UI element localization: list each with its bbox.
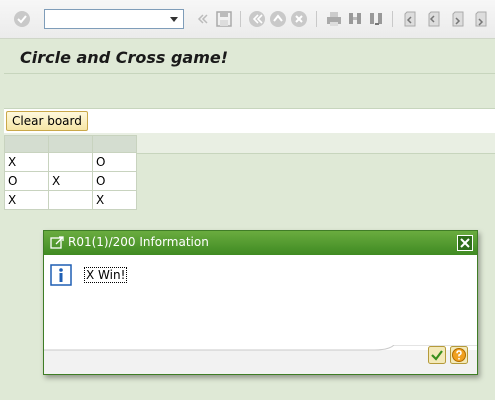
board-row: X X	[4, 190, 137, 210]
dialog-title: R01(1)/200 Information	[68, 235, 209, 249]
exit-icon[interactable]	[268, 9, 288, 29]
find-icon[interactable]	[345, 9, 365, 29]
board-cell[interactable]	[48, 190, 93, 210]
dialog-footer	[44, 345, 477, 374]
dialog-title-bar[interactable]: R01(1)/200 Information	[44, 231, 477, 255]
toolbar-separator	[240, 11, 241, 27]
toolbar-separator	[316, 11, 317, 27]
enter-icon[interactable]	[12, 9, 32, 29]
help-button[interactable]	[450, 346, 468, 364]
board-cell[interactable]: X	[92, 190, 137, 210]
system-toolbar	[0, 0, 495, 39]
info-icon	[50, 264, 72, 286]
board-cell[interactable]: X	[48, 171, 93, 191]
board-column-header	[48, 135, 93, 153]
board-cell[interactable]	[48, 152, 93, 172]
cancel-icon[interactable]	[289, 9, 309, 29]
application-toolbar	[4, 74, 495, 109]
button-area: Clear board	[4, 109, 495, 133]
game-board: X O O X O X X	[4, 135, 137, 210]
clear-board-button[interactable]: Clear board	[6, 111, 88, 131]
chevron-down-icon[interactable]	[165, 10, 183, 28]
dialog-body: X Win!	[44, 255, 477, 350]
next-page-icon[interactable]	[448, 9, 468, 29]
close-icon	[460, 238, 470, 248]
board-cell[interactable]: X	[4, 152, 49, 172]
board-column-header	[4, 135, 49, 153]
board-row: O X O	[4, 171, 137, 191]
print-icon[interactable]	[324, 9, 344, 29]
title-bar: Circle and Cross game!	[4, 44, 495, 74]
board-row: X O	[4, 152, 137, 172]
dialog-window-icon	[50, 236, 64, 249]
last-page-icon[interactable]	[471, 9, 491, 29]
board-header-row	[4, 135, 137, 153]
confirm-button[interactable]	[428, 346, 446, 364]
find-next-icon[interactable]	[366, 9, 386, 29]
confirm-check-icon	[428, 346, 446, 364]
board-cell[interactable]: O	[92, 152, 137, 172]
back-arrows-icon[interactable]	[193, 9, 213, 29]
first-page-icon[interactable]	[400, 9, 420, 29]
board-column-header	[92, 135, 137, 153]
information-dialog: R01(1)/200 Information X Win!	[43, 230, 478, 375]
help-icon	[450, 346, 468, 364]
board-cell[interactable]: X	[4, 190, 49, 210]
command-input[interactable]	[47, 11, 165, 25]
footer-divider	[44, 345, 477, 351]
back-icon[interactable]	[247, 9, 267, 29]
dialog-message: X Win!	[84, 267, 128, 283]
board-cell[interactable]: O	[92, 171, 137, 191]
save-icon[interactable]	[214, 9, 234, 29]
page-title: Circle and Cross game!	[20, 48, 229, 67]
previous-page-icon[interactable]	[424, 9, 444, 29]
dialog-close-button[interactable]	[457, 235, 473, 251]
toolbar-separator	[392, 11, 393, 27]
command-field[interactable]	[44, 9, 184, 29]
board-cell[interactable]: O	[4, 171, 49, 191]
